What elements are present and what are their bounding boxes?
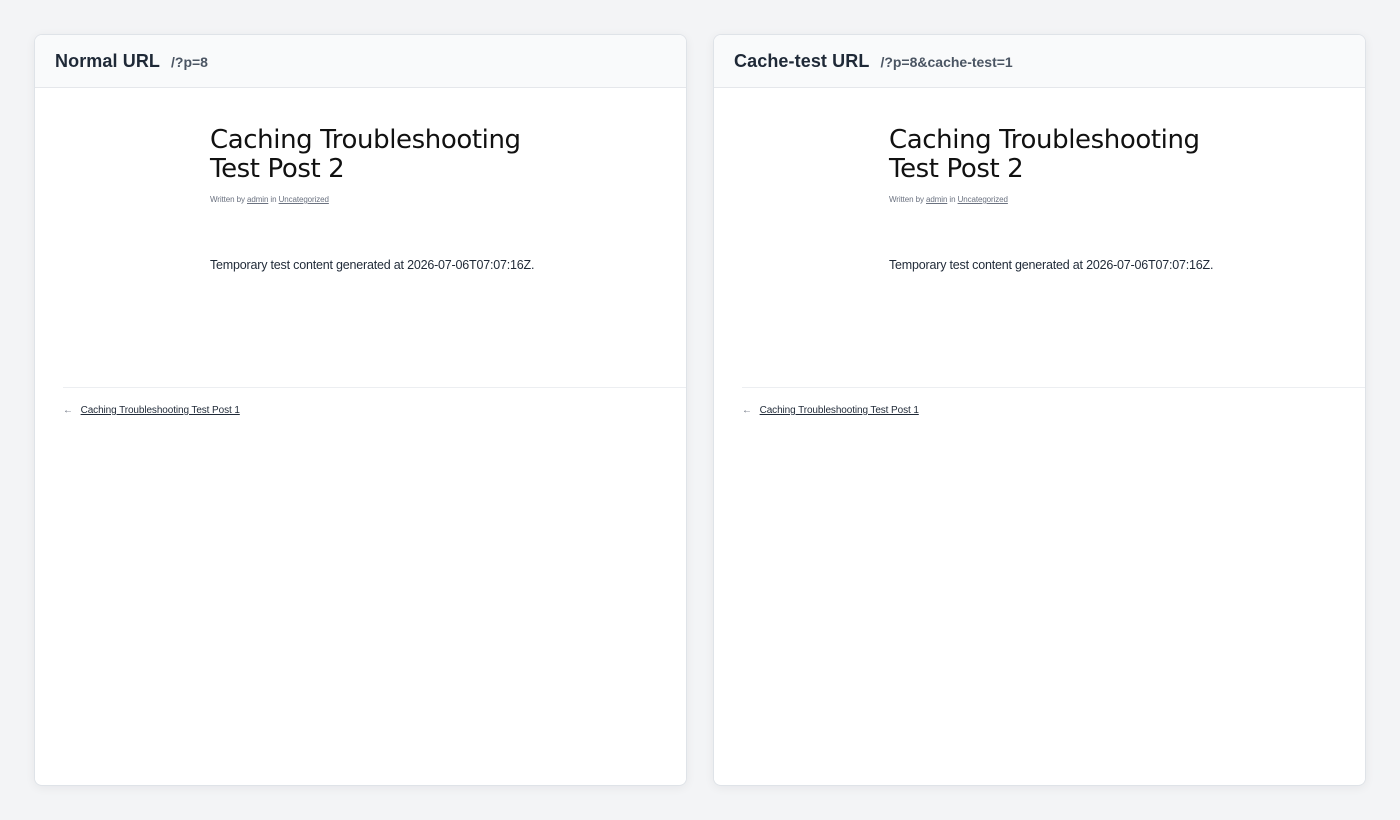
category-link[interactable]: Uncategorized	[279, 195, 329, 204]
comparison-view: Normal URL /?p=8 Caching Troubleshooting…	[0, 0, 1400, 820]
meta-in: in	[270, 195, 277, 204]
author-link[interactable]: admin	[247, 195, 268, 204]
normal-url-panel: Normal URL /?p=8 Caching Troubleshooting…	[34, 34, 687, 786]
post-navigation-divider	[63, 387, 686, 388]
previous-post-link[interactable]: Caching Troubleshooting Test Post 1	[81, 405, 240, 416]
page-preview-frame[interactable]: Caching Troubleshooting Test Post 2 Writ…	[714, 88, 1365, 784]
left-arrow-icon: ←	[742, 405, 752, 416]
post-content: Temporary test content generated at 2026…	[210, 257, 535, 272]
cache-test-url-panel: Cache-test URL /?p=8&cache-test=1 Cachin…	[713, 34, 1366, 786]
meta-in: in	[949, 195, 956, 204]
post-title: Caching Troubleshooting Test Post 2	[889, 125, 1200, 184]
post-meta: Written by admin in Uncategorized	[889, 195, 1008, 204]
author-link[interactable]: admin	[926, 195, 947, 204]
panel-title: Cache-test URL	[734, 50, 870, 71]
post-meta: Written by admin in Uncategorized	[210, 195, 329, 204]
category-link[interactable]: Uncategorized	[958, 195, 1008, 204]
panel-url: /?p=8&cache-test=1	[880, 54, 1013, 70]
post-title: Caching Troubleshooting Test Post 2	[210, 125, 521, 184]
post-navigation-divider	[742, 387, 1365, 388]
previous-post-nav: ← Caching Troubleshooting Test Post 1	[63, 405, 240, 416]
previous-post-link[interactable]: Caching Troubleshooting Test Post 1	[760, 405, 919, 416]
panel-header: Cache-test URL /?p=8&cache-test=1	[714, 35, 1365, 88]
page-preview-frame[interactable]: Caching Troubleshooting Test Post 2 Writ…	[35, 88, 686, 784]
panel-url: /?p=8	[171, 54, 208, 70]
panel-header: Normal URL /?p=8	[35, 35, 686, 88]
meta-written-by: Written by	[210, 195, 245, 204]
panel-title: Normal URL	[55, 50, 161, 71]
meta-written-by: Written by	[889, 195, 924, 204]
left-arrow-icon: ←	[63, 405, 73, 416]
previous-post-nav: ← Caching Troubleshooting Test Post 1	[742, 405, 919, 416]
post-content: Temporary test content generated at 2026…	[889, 257, 1214, 272]
